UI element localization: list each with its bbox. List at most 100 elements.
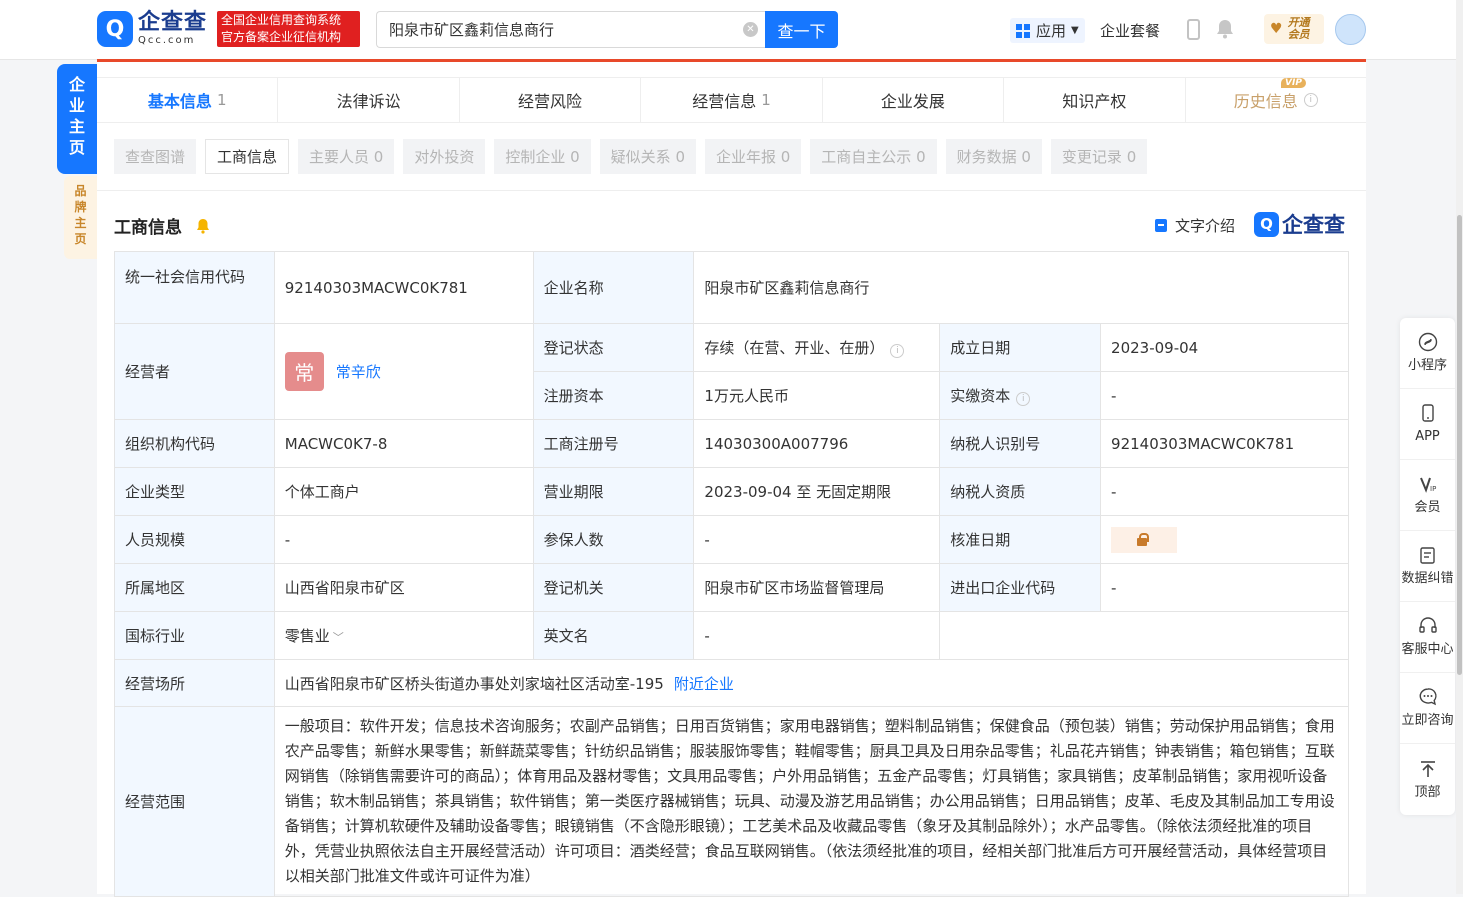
authority-value: 阳泉市矿区市场监督管理局 — [693, 563, 941, 612]
operator-cell: 常常辛欣 — [273, 323, 534, 420]
chevron-down-icon[interactable]: ﹀ — [333, 631, 344, 644]
app-download-button[interactable]: APP — [1400, 389, 1455, 460]
text-intro-link[interactable]: 文字介绍 — [1155, 215, 1235, 236]
authority-label: 登记机关 — [532, 563, 695, 612]
import-export-value: - — [1100, 563, 1349, 612]
subtab-suspected[interactable]: 疑似关系 0 — [599, 139, 696, 174]
tab-basic-info[interactable]: 基本信息 1 — [97, 78, 279, 122]
business-info-table: 统一社会信用代码 92140303MACWC0K781 企业名称 阳泉市矿区鑫莉… — [114, 251, 1350, 897]
scrollbar-thumb[interactable] — [1457, 215, 1462, 675]
reg-status-value: 存续（在营、开业、在册） i — [693, 323, 941, 372]
address-value: 山西省阳泉市矿区桥头街道办事处刘家垴社区活动室-195 附近企业 — [273, 659, 1350, 707]
table-row: 所属地区 山西省阳泉市矿区 登记机关 阳泉市矿区市场监督管理局 进出口企业代码 … — [114, 563, 1349, 612]
floating-menu: 小程序 APP IP 会员 数据纠错 客服中心 立即咨询 顶部 — [1400, 318, 1455, 815]
nearby-companies-link[interactable]: 附近企业 — [674, 675, 734, 693]
user-avatar[interactable] — [1335, 14, 1366, 45]
industry-value[interactable]: 零售业 ﹀ — [273, 611, 534, 660]
reg-no-value[interactable]: 14030300A007796 — [693, 419, 941, 468]
company-name-value[interactable]: 阳泉市矿区鑫莉信息商行 — [693, 251, 1349, 324]
service-center-button[interactable]: 客服中心 — [1400, 602, 1455, 673]
insured-value: - — [693, 515, 941, 564]
table-row: 经营场所 山西省阳泉市矿区桥头街道办事处刘家垴社区活动室-195 附近企业 — [114, 659, 1350, 707]
tab-ip[interactable]: 知识产权 — [1004, 78, 1186, 122]
logo-mark: Q — [97, 11, 133, 47]
qcc-watermark-logo: Q 企查查 — [1254, 209, 1345, 239]
credit-code-value[interactable]: 92140303MACWC0K781 — [273, 251, 534, 324]
data-correction-button[interactable]: 数据纠错 — [1400, 531, 1455, 602]
subtab-financials[interactable]: 财务数据 0 — [945, 139, 1042, 174]
subtab-controlled[interactable]: 控制企业 0 — [494, 139, 591, 174]
term-label: 营业期限 — [532, 467, 695, 516]
back-to-top-button[interactable]: 顶部 — [1400, 744, 1455, 815]
tab-brand-home[interactable]: 品 牌 主 页 — [64, 176, 97, 259]
bell-icon[interactable] — [196, 218, 210, 234]
document-icon — [1155, 219, 1167, 232]
table-row: 人员规模 - 参保人数 - 核准日期 — [114, 515, 1349, 564]
info-icon: i — [1303, 93, 1318, 107]
subtab-business-info[interactable]: 工商信息 — [205, 139, 290, 174]
chat-icon — [1419, 688, 1437, 706]
staff-size-value: - — [273, 515, 534, 564]
search-input[interactable] — [377, 12, 727, 47]
tab-risk[interactable]: 经营风险 — [460, 78, 642, 122]
org-code-label: 组织机构代码 — [114, 419, 275, 468]
divider — [97, 190, 1366, 191]
consult-button[interactable]: 立即咨询 — [1400, 673, 1455, 744]
caret-down-icon: ▼ — [1071, 25, 1079, 36]
company-name-label: 企业名称 — [532, 251, 695, 324]
subtab-annual-report[interactable]: 企业年报 0 — [704, 139, 802, 174]
open-vip-button[interactable]: ♥ 开通 会员 — [1264, 14, 1324, 44]
heart-icon: ♥ — [1270, 21, 1283, 37]
operator-name-link[interactable]: 常辛欣 — [336, 363, 381, 381]
phone-icon[interactable] — [1187, 19, 1200, 40]
main-card: 基本信息 1 法律诉讼 经营风险 经营信息 1 企业发展 知识产权 历史信息 i VI… — [97, 62, 1366, 897]
company-type-value: 个体工商户 — [273, 467, 534, 516]
tab-development[interactable]: 企业发展 — [823, 78, 1005, 122]
logo-text: 企查查 — [138, 10, 208, 35]
search-button[interactable]: 查一下 — [765, 11, 838, 48]
tab-company-home[interactable]: 企 业 主 页 — [57, 64, 97, 174]
region-label: 所属地区 — [114, 563, 275, 612]
bell-icon[interactable] — [1216, 19, 1234, 39]
english-name-value: - — [693, 611, 941, 660]
operator-label: 经营者 — [114, 323, 275, 420]
empty-cell — [939, 611, 1349, 660]
reg-status-label: 登记状态 — [532, 323, 695, 372]
credit-code-label: 统一社会信用代码 — [114, 251, 275, 324]
membership-button[interactable]: IP 会员 — [1400, 460, 1455, 531]
svg-text:IP: IP — [1430, 485, 1436, 493]
lock-icon[interactable] — [1111, 526, 1178, 553]
edit-icon — [1419, 547, 1435, 564]
info-icon[interactable]: i — [890, 344, 905, 358]
phone-icon — [1421, 404, 1434, 422]
insured-label: 参保人数 — [532, 515, 695, 564]
tab-legal[interactable]: 法律诉讼 — [278, 78, 460, 122]
industry-label: 国标行业 — [114, 611, 275, 660]
logo[interactable]: Q 企查查 Qcc.com — [97, 11, 207, 47]
miniprogram-icon — [1418, 332, 1437, 352]
org-code-value[interactable]: MACWC0K7-8 — [273, 419, 534, 468]
operator-avatar[interactable]: 常 — [284, 352, 324, 391]
term-value: 2023-09-04 至 无固定期限 — [693, 467, 941, 516]
taxpayer-id-label: 纳税人识别号 — [939, 419, 1102, 468]
taxpayer-id-value[interactable]: 92140303MACWC0K781 — [1100, 419, 1349, 468]
staff-size-label: 人员规模 — [114, 515, 275, 564]
subtab-key-staff[interactable]: 主要人员 0 — [298, 139, 395, 174]
found-date-label: 成立日期 — [939, 323, 1102, 372]
import-export-label: 进出口企业代码 — [939, 563, 1102, 612]
miniprogram-button[interactable]: 小程序 — [1400, 318, 1455, 389]
tab-history[interactable]: 历史信息 i — [1186, 78, 1366, 122]
table-row: 统一社会信用代码 92140303MACWC0K781 企业名称 阳泉市矿区鑫莉… — [114, 251, 1349, 324]
subtab-investments[interactable]: 对外投资 — [403, 139, 486, 174]
apps-menu[interactable]: 应用 ▼ — [1010, 18, 1085, 43]
info-icon[interactable]: i — [1016, 392, 1031, 406]
subtab-graph[interactable]: 查查图谱 — [114, 139, 197, 174]
arrow-up-icon — [1420, 760, 1435, 777]
enterprise-suite-link[interactable]: 企业套餐 — [1100, 20, 1160, 41]
tab-operations[interactable]: 经营信息 1 — [641, 78, 823, 122]
clear-icon[interactable]: ✕ — [743, 22, 758, 37]
subtab-change-log[interactable]: 变更记录 0 — [1050, 139, 1148, 174]
subtab-self-disclosure[interactable]: 工商自主公示 0 — [810, 139, 937, 174]
approve-date-label: 核准日期 — [939, 515, 1102, 564]
table-row: 国标行业 零售业 ﹀ 英文名 - — [114, 611, 1349, 660]
